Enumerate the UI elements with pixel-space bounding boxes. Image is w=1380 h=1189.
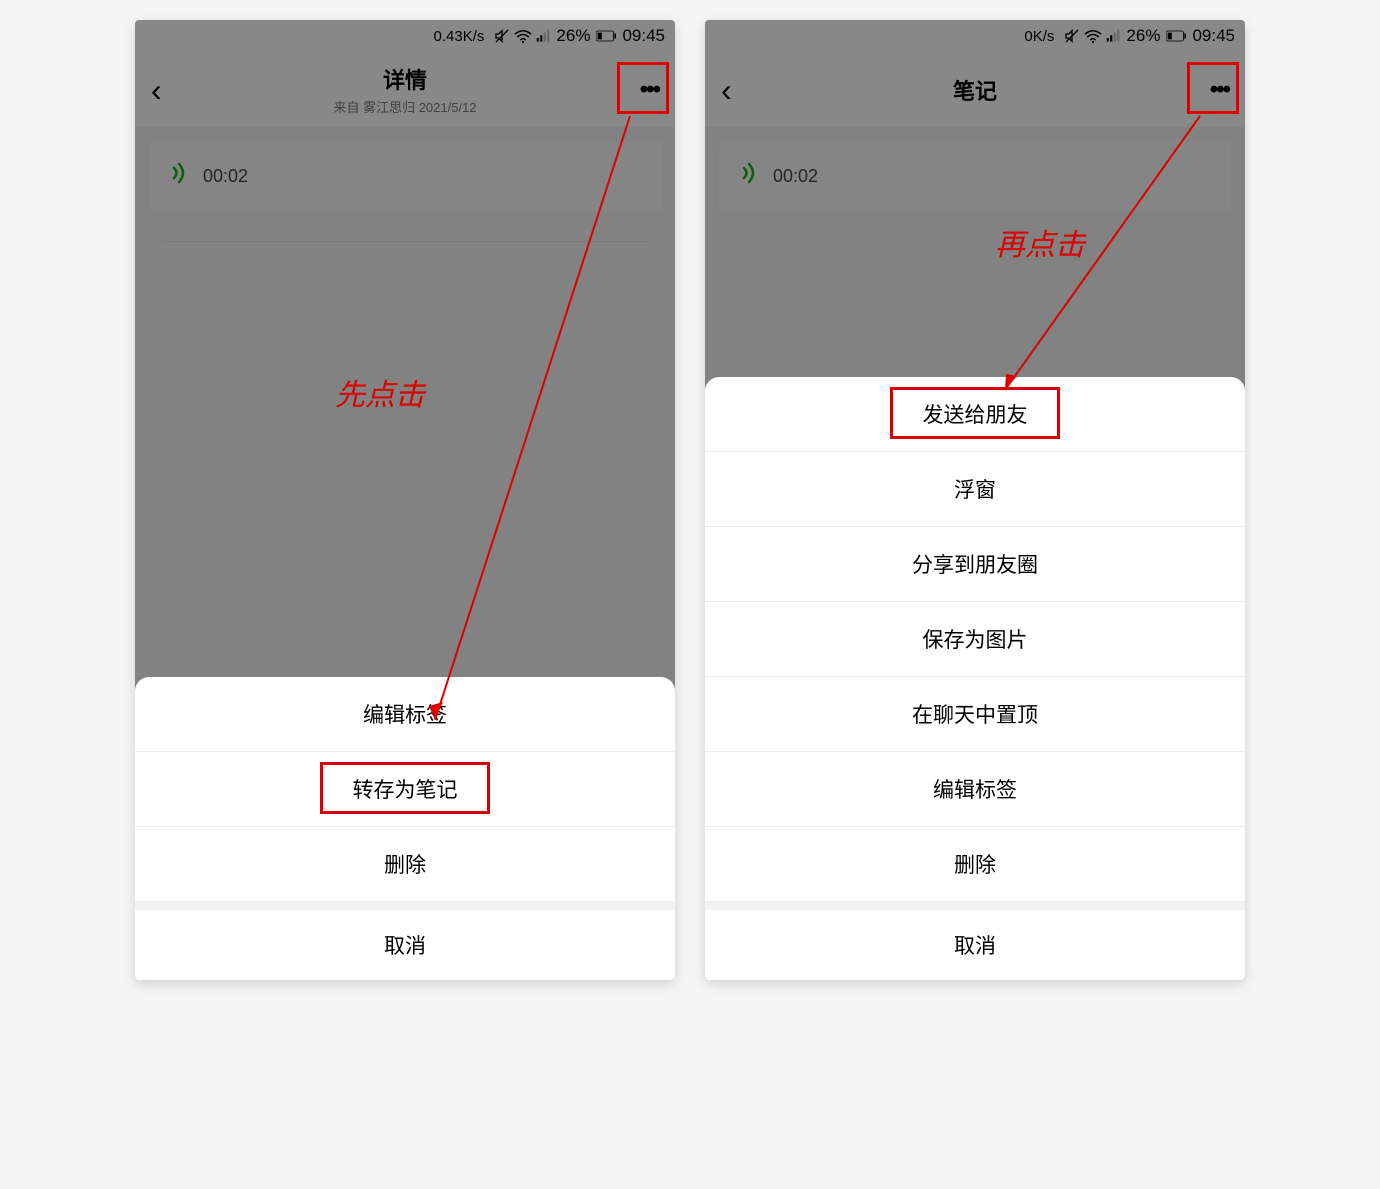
phone-left: 0.43K/s 26% 09:45 ‹ 详情 来自 雾江思归 2021/5/12… [135,20,675,980]
sheet-item[interactable]: 编辑标签 [705,752,1245,827]
sheet-item[interactable]: 保存为图片 [705,602,1245,677]
sheet-item[interactable]: 浮窗 [705,452,1245,527]
sheet-item[interactable]: 转存为笔记 [135,752,675,827]
sheet-item[interactable]: 编辑标签 [135,677,675,752]
sheet-item[interactable]: 删除 [135,827,675,902]
highlight-item [890,387,1060,439]
action-sheet: 编辑标签转存为笔记删除取消 [135,677,675,980]
sheet-cancel[interactable]: 取消 [705,902,1245,980]
phone-right: 0K/s 26% 09:45 ‹ 笔记 ••• 00:02 发送给朋友浮窗分享到… [705,20,1245,980]
sheet-item[interactable]: 分享到朋友圈 [705,527,1245,602]
action-sheet: 发送给朋友浮窗分享到朋友圈保存为图片在聊天中置顶编辑标签删除取消 [705,377,1245,980]
sheet-cancel[interactable]: 取消 [135,902,675,980]
sheet-item[interactable]: 在聊天中置顶 [705,677,1245,752]
highlight-item [320,762,490,814]
sheet-item[interactable]: 删除 [705,827,1245,902]
sheet-item[interactable]: 发送给朋友 [705,377,1245,452]
